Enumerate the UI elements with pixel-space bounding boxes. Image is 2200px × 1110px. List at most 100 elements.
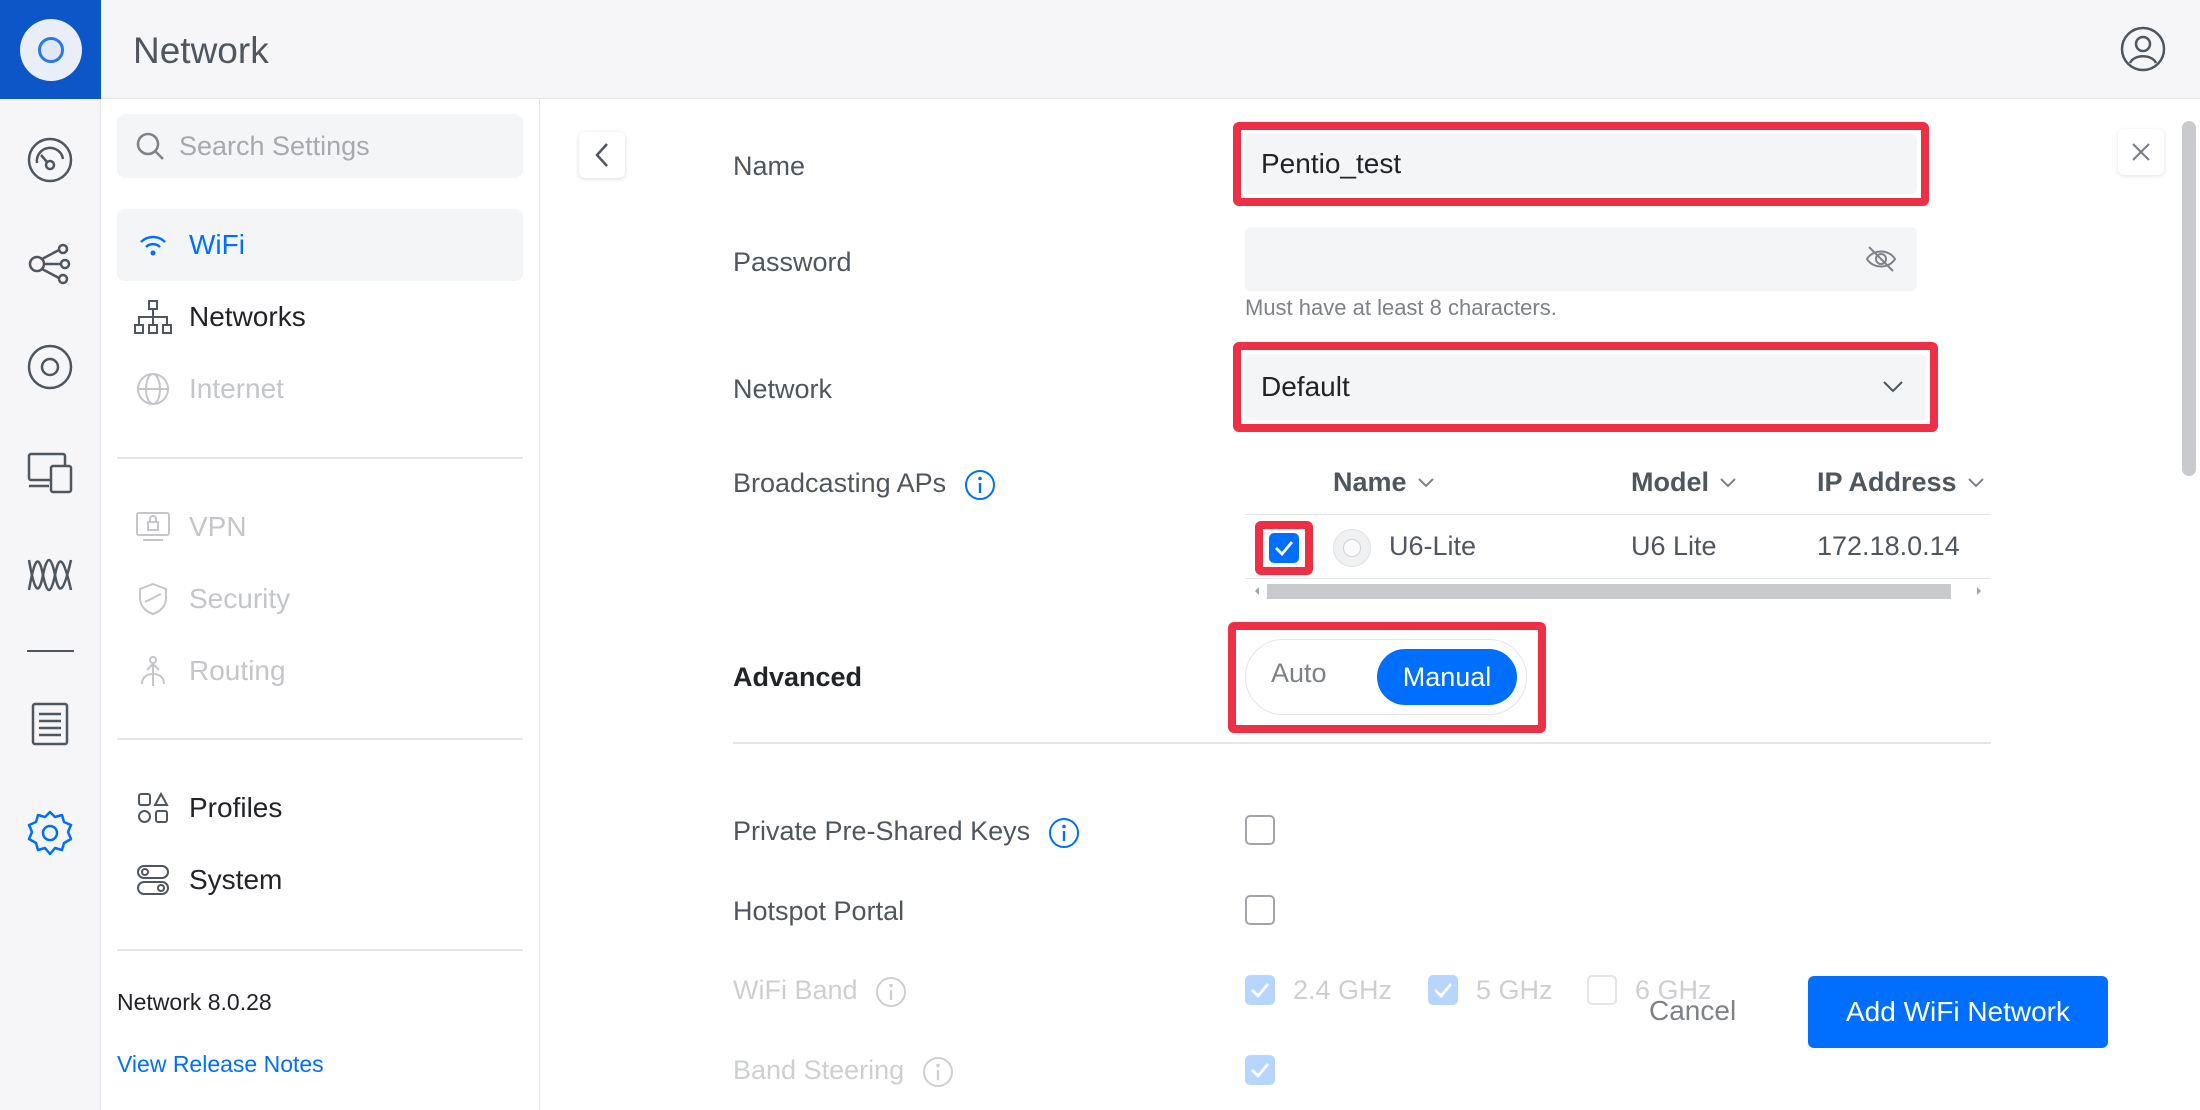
search-icon	[135, 131, 165, 161]
checkmark-icon	[1275, 541, 1294, 556]
info-icon	[922, 1056, 954, 1088]
sidebar-divider	[117, 457, 523, 459]
info-icon	[875, 976, 907, 1008]
shield-icon	[133, 579, 173, 619]
vertical-scrollbar[interactable]	[2182, 121, 2196, 476]
band-24-checkbox[interactable]	[1245, 975, 1275, 1005]
sidebar-item-vpn: VPN	[117, 491, 523, 563]
sidebar-item-security: Security	[117, 563, 523, 635]
sort-chevron-icon	[1417, 478, 1434, 488]
routing-icon	[133, 651, 173, 691]
search-box[interactable]	[117, 114, 523, 178]
network-tree-icon	[133, 297, 173, 337]
version-label: Network 8.0.28	[117, 989, 272, 1015]
band-steering-label: Band Steering	[733, 1055, 954, 1088]
column-header-model[interactable]: Model	[1631, 467, 1737, 498]
sidebar-divider	[117, 738, 523, 740]
table-scroll-thumb[interactable]	[1267, 584, 1951, 599]
band-5-label: 5 GHz	[1476, 975, 1553, 1005]
network-select-value: Default	[1261, 371, 1350, 402]
sidebar-item-label: Profiles	[189, 792, 283, 823]
vpn-icon	[133, 507, 173, 547]
devices-icon[interactable]	[25, 342, 75, 392]
advanced-manual-option[interactable]: Manual	[1377, 649, 1517, 705]
app-rail	[0, 99, 101, 1110]
sidebar-item-label: VPN	[189, 511, 247, 542]
network-select[interactable]: Default	[1245, 354, 1926, 420]
wifi-icon	[133, 225, 173, 265]
band-6-checkbox[interactable]	[1587, 975, 1617, 1005]
user-account-icon[interactable]	[2120, 26, 2166, 72]
sidebar-item-label: Security	[189, 583, 291, 614]
clients-icon[interactable]	[25, 446, 75, 496]
band-steering-text: Band Steering	[733, 1055, 905, 1085]
settings-gear-icon[interactable]	[25, 808, 75, 858]
table-row-divider	[1245, 578, 1991, 579]
ap-model-cell: U6 Lite	[1631, 531, 1717, 561]
top-bar: Network	[0, 0, 2200, 99]
logo-ring	[37, 36, 64, 63]
column-header-label: Name	[1333, 467, 1407, 497]
sidebar-divider	[117, 949, 523, 951]
chevron-left-icon	[594, 142, 610, 168]
sort-chevron-icon	[1967, 478, 1984, 488]
info-icon[interactable]	[1048, 817, 1080, 849]
ap-ip-cell: 172.18.0.14	[1817, 531, 1960, 561]
sidebar-item-label: Internet	[189, 373, 284, 404]
table-header-divider	[1245, 514, 1991, 515]
advanced-label: Advanced	[733, 662, 863, 692]
cancel-button[interactable]: Cancel	[1649, 995, 1736, 1027]
column-header-ip[interactable]: IP Address	[1817, 467, 1991, 498]
ap-checkbox[interactable]	[1269, 533, 1299, 563]
ppsk-text: Private Pre-Shared Keys	[733, 816, 1031, 846]
sidebar-item-routing: Routing	[117, 635, 523, 707]
name-label: Name	[733, 151, 806, 181]
info-icon[interactable]	[964, 469, 996, 501]
band-steering-checkbox[interactable]	[1245, 1055, 1275, 1085]
sidebar-item-system[interactable]: System	[117, 844, 523, 916]
wifi-band-text: WiFi Band	[733, 975, 858, 1005]
unifi-logo[interactable]	[0, 0, 101, 99]
search-input[interactable]	[179, 130, 499, 162]
password-field-container	[1245, 227, 1917, 291]
sidebar-item-label: Routing	[189, 655, 286, 686]
ppsk-checkbox[interactable]	[1245, 815, 1275, 845]
password-label: Password	[733, 247, 852, 277]
advanced-auto-option[interactable]: Auto	[1271, 658, 1327, 689]
profiles-icon	[133, 788, 173, 828]
sidebar-item-networks[interactable]: Networks	[117, 281, 523, 353]
release-notes-link[interactable]: View Release Notes	[117, 1051, 324, 1078]
name-field-container	[1245, 134, 1917, 194]
eye-off-icon[interactable]	[1865, 243, 1897, 275]
back-button[interactable]	[579, 132, 625, 178]
topology-icon[interactable]	[25, 239, 75, 289]
column-header-label: Model	[1631, 467, 1709, 497]
system-icon	[133, 860, 173, 900]
hotspot-portal-checkbox[interactable]	[1245, 895, 1275, 925]
sidebar-item-label: System	[189, 864, 283, 895]
close-button[interactable]	[2118, 129, 2164, 175]
network-label: Network	[733, 374, 833, 404]
column-header-name[interactable]: Name	[1333, 467, 1435, 498]
sidebar-item-label: Networks	[189, 301, 306, 332]
name-field[interactable]	[1245, 134, 1917, 194]
ppsk-label: Private Pre-Shared Keys	[733, 816, 1080, 849]
close-icon	[2131, 142, 2151, 162]
sidebar-item-internet: Internet	[117, 353, 523, 425]
ap-device-icon	[1333, 529, 1371, 567]
app-title: Network	[133, 30, 269, 71]
add-wifi-network-button[interactable]: Add WiFi Network	[1808, 976, 2108, 1048]
logs-icon[interactable]	[25, 699, 75, 749]
band-5-checkbox[interactable]	[1428, 975, 1458, 1005]
wifi-band-label: WiFi Band	[733, 975, 907, 1008]
hotspot-portal-label: Hotspot Portal	[733, 896, 905, 926]
sort-chevron-icon	[1720, 478, 1736, 488]
sidebar-item-wifi[interactable]: WiFi	[117, 209, 523, 281]
password-field[interactable]	[1245, 227, 1917, 291]
chevron-down-icon	[1882, 380, 1904, 394]
insights-icon[interactable]	[25, 550, 75, 600]
sidebar-item-profiles[interactable]: Profiles	[117, 772, 523, 844]
broadcasting-aps-text: Broadcasting APs	[733, 468, 947, 498]
dashboard-icon[interactable]	[25, 135, 75, 185]
globe-icon	[133, 369, 173, 409]
